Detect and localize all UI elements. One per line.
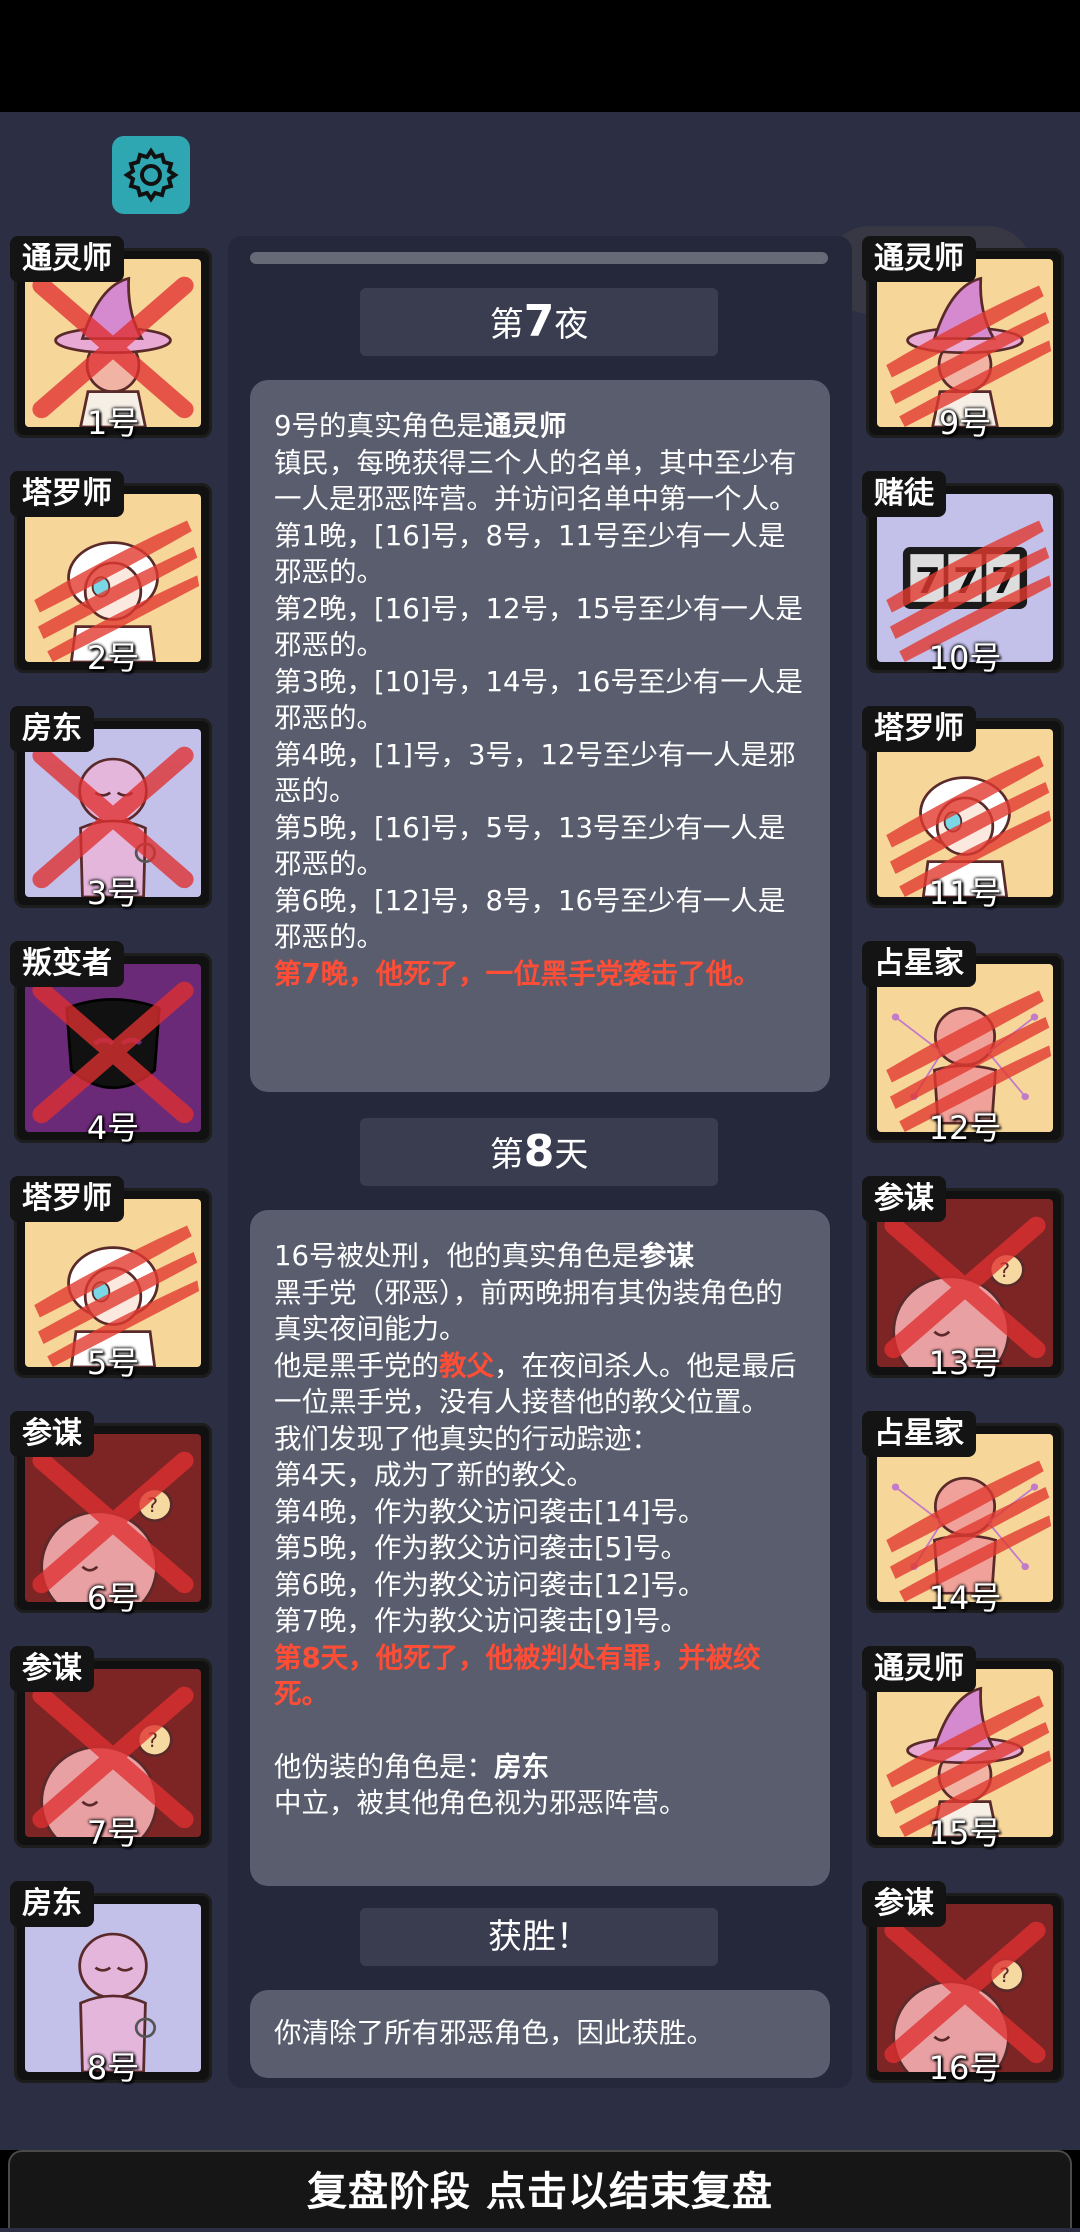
- night-result-line: 第1晚，[16]号，8号，11号至少有一人是邪恶的。: [274, 519, 786, 589]
- player-number: 5号: [86, 1344, 140, 1382]
- godfather-pre: 他是黑手党的: [274, 1349, 439, 1382]
- player-number: 15号: [928, 1814, 1002, 1852]
- end-review-button[interactable]: 复盘阶段 点击以结束复盘: [8, 2150, 1072, 2228]
- role-name: 通灵师: [484, 410, 567, 442]
- role-name-label: 参谋: [862, 1881, 946, 1927]
- disguise-pre: 他伪装的角色是：: [274, 1750, 494, 1783]
- player-card[interactable]: 占星家 14号: [862, 1411, 1068, 1617]
- player-card[interactable]: 7 7 7 赌徒 10号: [862, 471, 1068, 677]
- track-line: 第5晚，作为教父访问袭击[5]号。: [274, 1532, 688, 1564]
- night-result-line: 第6晚，[12]号，8号，16号至少有一人是邪恶的。: [274, 884, 786, 954]
- player-number: 13号: [928, 1344, 1002, 1382]
- player-number: 10号: [928, 639, 1002, 677]
- player-card[interactable]: ? 参谋 7号: [10, 1646, 216, 1852]
- role-name-label: 塔罗师: [10, 471, 124, 517]
- player-card[interactable]: 通灵师 1号: [10, 236, 216, 442]
- player-card[interactable]: 占星家 12号: [862, 941, 1068, 1147]
- role-name-label: 占星家: [862, 1411, 976, 1457]
- player-card[interactable]: 叛变者 4号: [10, 941, 216, 1147]
- player-card[interactable]: 通灵师 9号: [862, 236, 1068, 442]
- night-result-line: 第2晚，[16]号，12号，15号至少有一人是邪恶的。: [274, 592, 803, 662]
- player-number: 4号: [86, 1109, 140, 1147]
- player-card[interactable]: 塔罗师 11号: [862, 706, 1068, 912]
- settings-button[interactable]: [112, 136, 190, 214]
- title-suffix: 夜: [554, 305, 589, 345]
- role-name-label: 房东: [10, 1881, 94, 1927]
- track-line: 第4天，成为了新的教父。: [274, 1459, 594, 1491]
- section-title-victory: 获胜！: [360, 1908, 718, 1966]
- role-name-label: 塔罗师: [10, 1176, 124, 1222]
- death-notice: 第7晚，他死了，一位黑手党袭击了他。: [274, 957, 761, 990]
- victory-text: 你清除了所有邪恶角色，因此获胜。: [274, 2017, 714, 2049]
- role-name-label: 赌徒: [862, 471, 946, 517]
- track-line: 第4晚，作为教父访问袭击[14]号。: [274, 1495, 706, 1528]
- player-number: 12号: [928, 1109, 1002, 1147]
- disguise-description: 中立，被其他角色视为邪恶阵营。: [274, 1787, 687, 1819]
- godfather-line: 他是黑手党的教父，在夜间杀人。他是最后一位黑手党，没有人接替他的教父位置。: [274, 1348, 808, 1421]
- player-number: 14号: [928, 1579, 1002, 1617]
- night-result-line: 第4晚，[1]号，3号，12号至少有一人是邪恶的。: [274, 738, 796, 808]
- player-number: 1号: [86, 404, 140, 442]
- role-name-label: 参谋: [10, 1411, 94, 1457]
- role-name-label: 参谋: [862, 1176, 946, 1222]
- status-bar: [0, 0, 1080, 112]
- role-description: 镇民，每晚获得三个人的名单，其中至少有一人是邪恶阵营。并访问名单中第一个人。: [274, 446, 797, 516]
- player-number: 11号: [928, 874, 1002, 912]
- section-title-day-8: 第8天: [360, 1118, 718, 1186]
- disguise-line: 他伪装的角色是：房东: [274, 1749, 808, 1786]
- player-card[interactable]: 通灵师 15号: [862, 1646, 1068, 1852]
- left-player-column: 通灵师 1号 塔罗师 2号 房东 3号 叛变者 4号 塔罗师 5号 ? 参谋 6…: [10, 236, 216, 2116]
- player-number: 9号: [938, 404, 992, 442]
- gear-icon: [123, 147, 179, 203]
- godfather-label: 教父: [439, 1349, 494, 1382]
- title-prefix: 第: [489, 1135, 524, 1175]
- player-number: 2号: [86, 639, 140, 677]
- player-number: 7号: [86, 1814, 140, 1852]
- role-name-label: 占星家: [862, 941, 976, 987]
- title-number: 8: [523, 1126, 555, 1177]
- night-7-report: 9号的真实角色是通灵师 镇民，每晚获得三个人的名单，其中至少有一人是邪恶阵营。并…: [250, 380, 830, 1092]
- day-8-report: 16号被处刑，他的真实角色是参谋 黑手党（邪恶），前两晚拥有其伪装角色的真实夜间…: [250, 1210, 830, 1886]
- title-prefix: 第: [489, 305, 524, 345]
- player-card[interactable]: ? 参谋 16号: [862, 1881, 1068, 2087]
- role-name-label: 房东: [10, 706, 94, 752]
- track-intro: 我们发现了他真实的行动踪迹：: [274, 1422, 659, 1455]
- player-card[interactable]: 塔罗师 2号: [10, 471, 216, 677]
- role-name-label: 通灵师: [862, 236, 976, 282]
- role-name-label: 通灵师: [10, 236, 124, 282]
- disguise-role: 房东: [494, 1750, 549, 1783]
- night-result-line: 第3晚，[10]号，14号，16号至少有一人是邪恶的。: [274, 665, 803, 735]
- role-name-label: 塔罗师: [862, 706, 976, 752]
- title-suffix: 天: [554, 1135, 589, 1175]
- role-description: 黑手党（邪恶），前两晚拥有其伪装角色的真实夜间能力。: [274, 1276, 783, 1346]
- player-card[interactable]: 房东 3号: [10, 706, 216, 912]
- player-number: 8号: [86, 2049, 140, 2087]
- role-reveal-text: 9号的真实角色是: [274, 410, 484, 442]
- death-notice: 第8天，他死了，他被判处有罪，并被绞死。: [274, 1641, 761, 1711]
- player-card[interactable]: ? 参谋 6号: [10, 1411, 216, 1617]
- title-number: 7: [523, 296, 555, 347]
- player-number: 16号: [928, 2049, 1002, 2087]
- track-line: 第7晚，作为教父访问袭击[9]号。: [274, 1605, 688, 1637]
- player-card[interactable]: 房东 8号: [10, 1881, 216, 2087]
- victory-report: 你清除了所有邪恶角色，因此获胜。: [250, 1990, 830, 2078]
- player-number: 3号: [86, 874, 140, 912]
- player-card[interactable]: ? 参谋 13号: [862, 1176, 1068, 1382]
- right-player-column: 通灵师 9号 7 7 7 赌徒 10号: [862, 236, 1068, 2116]
- night-result-line: 第5晚，[16]号，5号，13号至少有一人是邪恶的。: [274, 811, 786, 881]
- role-name-label: 通灵师: [862, 1646, 976, 1692]
- execution-reveal: 16号被处刑，他的真实角色是参谋: [274, 1238, 808, 1275]
- role-name-label: 叛变者: [10, 941, 124, 987]
- role-name-label: 参谋: [10, 1646, 94, 1692]
- role-name: 参谋: [639, 1240, 694, 1272]
- player-card[interactable]: 塔罗师 5号: [10, 1176, 216, 1382]
- scroll-edge: [250, 252, 828, 264]
- execution-text: 16号被处刑，他的真实角色是: [274, 1240, 639, 1272]
- role-reveal: 9号的真实角色是通灵师: [274, 408, 808, 445]
- section-title-night-7: 第7夜: [360, 288, 718, 356]
- track-line: 第6晚，作为教父访问袭击[12]号。: [274, 1568, 706, 1601]
- player-number: 6号: [86, 1579, 140, 1617]
